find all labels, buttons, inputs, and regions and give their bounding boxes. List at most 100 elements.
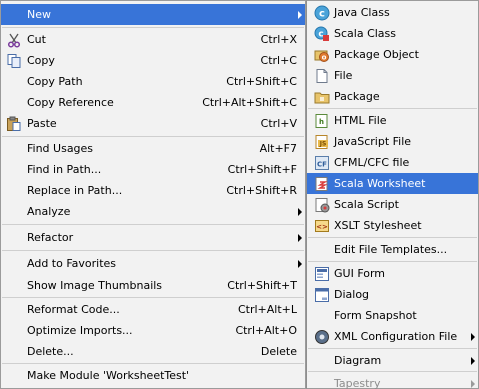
submenu-item-java-class[interactable]: c Java Class [307,2,478,23]
submenu-item-xml-configuration-file[interactable]: XML Configuration File [307,326,478,347]
menu-item-reformat-code[interactable]: Reformat Code... Ctrl+Alt+L [1,299,305,320]
menu-item-label: GUI Form [334,267,386,280]
menu-item-show-image-thumbnails[interactable]: Show Image Thumbnails Ctrl+Shift+T [1,275,305,296]
menu-item-label: CFML/CFC file [334,156,410,169]
submenu-item-xslt-stylesheet[interactable]: <> XSLT Stylesheet [307,215,478,236]
submenu-item-scala-script[interactable]: Scala Script [307,194,478,215]
menu-item-copy-path[interactable]: Copy Path Ctrl+Shift+C [1,71,305,92]
svg-text:JS: JS [319,141,327,148]
submenu-item-diagram[interactable]: Diagram [307,350,478,371]
xml-config-icon [315,330,329,344]
shortcut-label: Ctrl+C [260,54,297,67]
menu-item-find-usages[interactable]: Find Usages Alt+F7 [1,138,305,159]
menu-item-optimize-imports[interactable]: Optimize Imports... Ctrl+Alt+O [1,320,305,341]
scala-class-icon: c [314,26,329,41]
javascript-file-icon: JS [315,135,328,149]
shortcut-label: Ctrl+Alt+L [237,303,297,316]
svg-text:o: o [322,54,327,62]
cf-file-icon: CF [315,156,329,170]
menu-item-cut[interactable]: Cut Ctrl+X [1,29,305,50]
menu-item-find-in-path[interactable]: Find in Path... Ctrl+Shift+F [1,159,305,180]
submenu-arrow-icon [298,234,302,242]
menu-item-label: Package Object [334,48,419,61]
menu-separator [308,237,477,238]
menu-item-label: Analyze [27,205,71,218]
scala-worksheet-icon [315,177,328,191]
submenu-item-form-snapshot[interactable]: Form Snapshot [307,305,478,326]
menu-item-new[interactable]: New [1,4,305,25]
menu-item-label: Reformat Code... [27,303,120,316]
menu-item-label: Copy Reference [27,96,114,109]
menu-item-paste[interactable]: Paste Ctrl+V [1,113,305,134]
menu-item-make-module[interactable]: Make Module 'WorksheetTest' [1,365,305,386]
html-file-icon: h [315,114,328,128]
menu-item-label: File [334,69,353,82]
menu-item-add-to-favorites[interactable]: Add to Favorites [1,253,305,274]
menu-item-label: Make Module 'WorksheetTest' [27,369,190,382]
menu-item-replace-in-path[interactable]: Replace in Path... Ctrl+Shift+R [1,180,305,201]
submenu-item-dialog[interactable]: Dialog [307,284,478,305]
menu-item-label: Delete... [27,345,74,358]
menu-item-label: Paste [27,117,57,130]
shortcut-label: Ctrl+V [260,117,297,130]
submenu-item-package[interactable]: Package [307,86,478,107]
menu-item-label: Scala Class [334,27,397,40]
menu-separator [308,261,477,262]
submenu-item-edit-file-templates[interactable]: Edit File Templates... [307,239,478,260]
menu-separator [308,371,477,372]
shortcut-label: Ctrl+Alt+O [235,324,297,337]
menu-item-label: Package [334,90,380,103]
xslt-icon: <> [315,220,329,232]
shortcut-label: Alt+F7 [259,142,297,155]
submenu-item-scala-worksheet[interactable]: Scala Worksheet [307,173,478,194]
menu-item-label: HTML File [334,114,387,127]
scala-script-icon [315,198,330,213]
shortcut-label: Ctrl+Shift+C [226,75,297,88]
submenu-item-javascript-file[interactable]: JS JavaScript File [307,131,478,152]
menu-separator [2,363,304,364]
svg-text:CF: CF [317,161,327,169]
package-object-icon: o [314,50,329,62]
submenu-item-gui-form[interactable]: GUI Form [307,263,478,284]
menu-item-label: Copy [27,54,55,67]
menu-item-label: Copy Path [27,75,83,88]
submenu-item-file[interactable]: File [307,65,478,86]
menu-item-label: JavaScript File [334,135,412,148]
shortcut-label: Delete [260,345,297,358]
menu-item-label: Tapestry [334,377,381,389]
svg-text:<>: <> [316,223,328,231]
shortcut-label: Ctrl+Alt+Shift+C [202,96,297,109]
copy-icon [7,54,21,68]
submenu-item-scala-class[interactable]: c Scala Class [307,23,478,44]
menu-item-label: Scala Script [334,198,399,211]
menu-item-copy[interactable]: Copy Ctrl+C [1,50,305,71]
file-icon [316,69,328,83]
submenu-item-cfml-cfc-file[interactable]: CF CFML/CFC file [307,152,478,173]
menu-item-refactor[interactable]: Refactor [1,227,305,248]
menu-item-label: Scala Worksheet [334,177,426,190]
menu-item-label: Refactor [27,231,74,244]
menu-item-analyze[interactable]: Analyze [1,201,305,222]
submenu-item-tapestry: Tapestry [307,373,478,389]
menu-item-label: Dialog [334,288,370,301]
shortcut-label: Ctrl+Shift+T [227,279,297,292]
submenu-arrow-icon [298,11,302,19]
menu-item-label: Java Class [334,6,390,19]
menu-separator [308,348,477,349]
submenu-item-package-object[interactable]: o Package Object [307,44,478,65]
menu-item-label: New [27,8,51,21]
submenu-item-html-file[interactable]: h HTML File [307,110,478,131]
submenu-arrow-icon [298,260,302,268]
svg-text:c: c [318,30,323,40]
menu-item-label: Diagram [334,354,382,367]
menu-item-label: XML Configuration File [334,330,458,343]
menu-item-label: Replace in Path... [27,184,123,197]
folder-icon [314,92,330,104]
menu-item-label: XSLT Stylesheet [334,219,422,232]
menu-separator [2,224,304,225]
submenu-arrow-icon [471,380,475,388]
gui-form-icon [315,267,329,281]
menu-item-copy-reference[interactable]: Copy Reference Ctrl+Alt+Shift+C [1,92,305,113]
menu-item-delete[interactable]: Delete... Delete [1,341,305,362]
class-c-icon: c [314,5,330,21]
